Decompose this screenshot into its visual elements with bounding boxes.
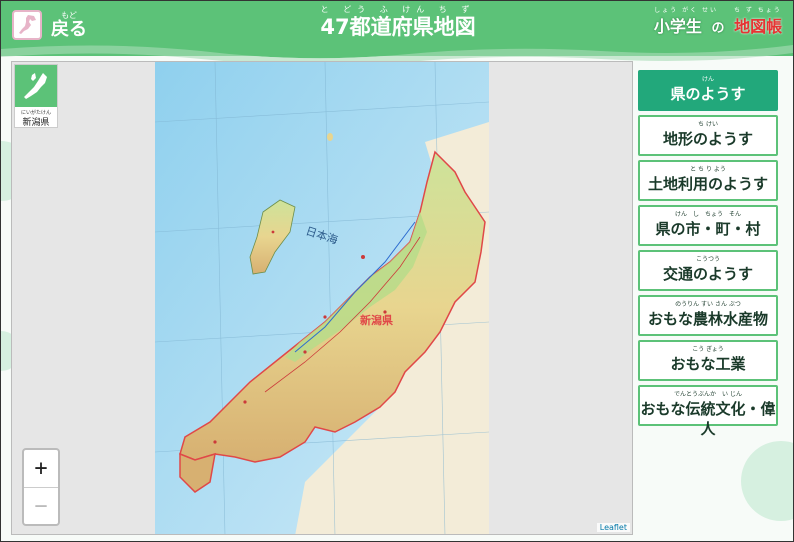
menu-item-land-use[interactable]: と ち り よう 土地利用のようす <box>638 160 778 201</box>
zoom-control: + − <box>22 448 60 526</box>
menu-label: 地形のようす <box>662 130 753 148</box>
menu-label: 交通のようす <box>662 265 753 283</box>
menu-item-prefecture-overview[interactable]: けん 県のようす <box>638 70 778 111</box>
japan-map-icon[interactable] <box>12 10 42 40</box>
menu-ruby: こうつう <box>695 256 720 263</box>
logo-text: 小学生 の 地図帳 <box>644 13 792 37</box>
menu-label: 県の市・町・村 <box>655 220 761 238</box>
logo: しょう がく せい ち ず ちょう 小学生 の 地図帳 <box>644 5 792 39</box>
menu-ruby: と ち り よう <box>690 166 726 173</box>
menu-ruby: こう ぎょう <box>692 346 724 353</box>
zoom-out-button[interactable]: − <box>24 488 58 525</box>
logo-part-1: 小学生 <box>653 17 702 36</box>
menu-ruby: けん <box>701 76 714 83</box>
menu-item-agriculture[interactable]: のうりん すい さん ぶつ おもな農林水産物 <box>638 295 778 336</box>
menu-label: おもな工業 <box>670 355 746 373</box>
zoom-in-button[interactable]: + <box>24 450 58 488</box>
map-viewport[interactable]: 日本海 新潟県 にいがたけん 新潟県 + − Leaflet <box>11 61 633 535</box>
prefecture-card[interactable]: にいがたけん 新潟県 <box>14 64 58 128</box>
menu-item-industry[interactable]: こう ぎょう おもな工業 <box>638 340 778 381</box>
menu-ruby: けん し ちょう そん <box>674 211 741 218</box>
logo-part-2: の <box>711 21 725 36</box>
back-button[interactable]: もど 戻る <box>51 11 87 40</box>
menu-label: おもな伝統文化・偉人 <box>640 400 776 438</box>
menu-item-municipalities[interactable]: けん し ちょう そん 県の市・町・村 <box>638 205 778 246</box>
title-ruby: と どう ふ けん ち ず <box>320 5 476 14</box>
menu-label: 土地利用のようす <box>647 175 768 193</box>
menu-item-terrain[interactable]: ち けい 地形のようす <box>638 115 778 156</box>
menu-ruby: のうりん すい さん ぶつ <box>675 301 741 308</box>
menu-ruby: でんとうぶんか い じん <box>674 391 742 398</box>
prefecture-map-label: 新潟県 <box>360 313 393 327</box>
prefecture-map-image[interactable]: 日本海 新潟県 <box>155 62 489 535</box>
prefecture-label: 新潟県 <box>22 118 50 128</box>
menu-label: おもな農林水産物 <box>647 310 768 328</box>
menu-ruby: ち けい <box>698 121 718 128</box>
menu-label: 県のようす <box>670 85 746 103</box>
logo-part-3: 地図帳 <box>734 17 783 36</box>
back-label: 戻る <box>51 19 87 40</box>
page-title: と どう ふ けん ち ず 47都道府県地図 <box>261 5 535 39</box>
attribution-link[interactable]: Leaflet <box>596 523 630 532</box>
menu-item-traditional-culture[interactable]: でんとうぶんか い じん おもな伝統文化・偉人 <box>638 385 778 438</box>
app-frame: もど 戻る と どう ふ けん ち ず 47都道府県地図 しょう がく せい ち… <box>0 0 794 542</box>
prefecture-shape-icon <box>15 65 57 107</box>
title-text: 47都道府県地図 <box>320 15 476 39</box>
topic-menu: けん 県のようす ち けい 地形のようす と ち り よう 土地利用のようす け… <box>634 61 786 535</box>
menu-item-transportation[interactable]: こうつう 交通のようす <box>638 250 778 291</box>
